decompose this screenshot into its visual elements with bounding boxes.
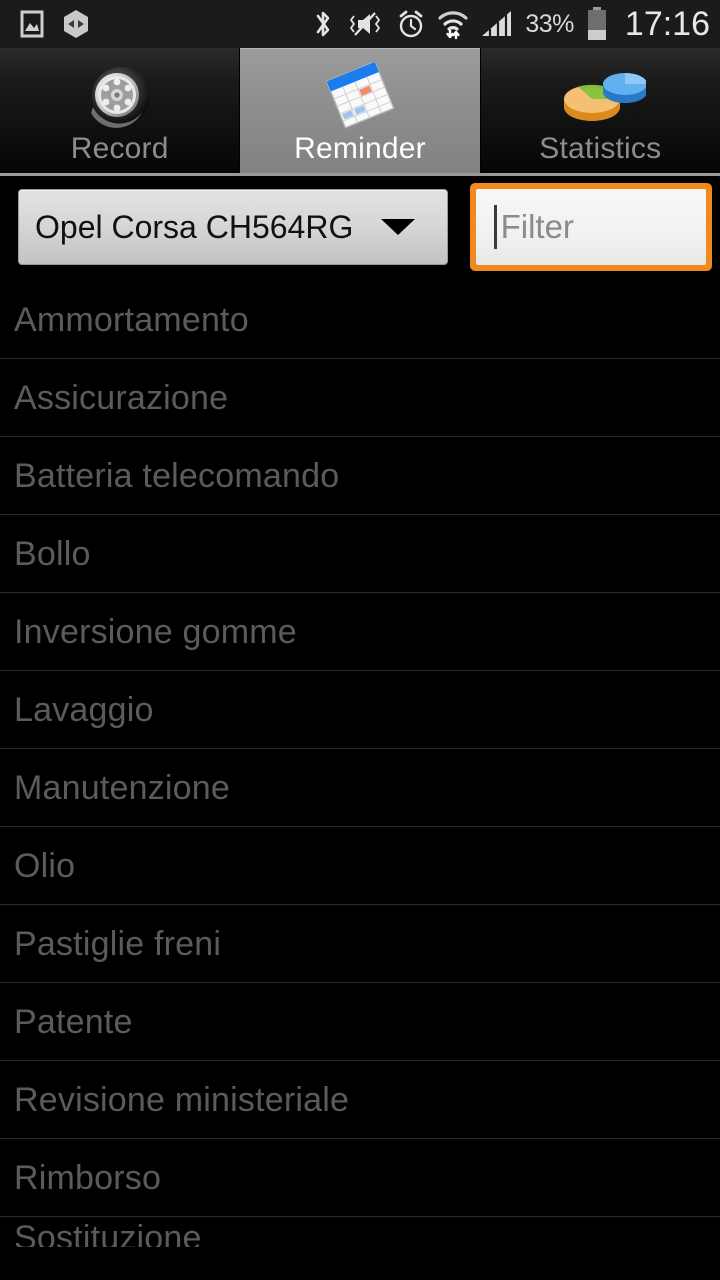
control-row: Opel Corsa CH564RG Filter	[0, 176, 720, 277]
vehicle-spinner-value: Opel Corsa CH564RG	[35, 208, 354, 245]
list-item-label: Revisione ministeriale	[14, 1080, 350, 1119]
list-item[interactable]: Lavaggio	[0, 671, 720, 749]
bluetooth-icon	[312, 8, 334, 40]
tab-statistics[interactable]: Statistics	[480, 48, 720, 173]
tab-label-statistics: Statistics	[539, 132, 662, 165]
list-item[interactable]: Rimborso	[0, 1139, 720, 1217]
list-item[interactable]: Assicurazione	[0, 359, 720, 437]
signal-bars-icon	[480, 9, 514, 39]
list-item-label: Ammortamento	[14, 300, 249, 339]
list-item-label: Rimborso	[14, 1158, 162, 1197]
list-item[interactable]: Batteria telecomando	[0, 437, 720, 515]
filter-input-focus-ring: Filter	[469, 182, 712, 271]
filter-placeholder: Filter	[500, 208, 574, 245]
list-item[interactable]: Pastiglie freni	[0, 905, 720, 983]
tab-bar: Record Reminder Statistics	[0, 48, 720, 176]
list-item[interactable]: Sostituzione	[0, 1217, 720, 1247]
list-item-label: Sostituzione	[14, 1219, 202, 1247]
chevron-down-icon	[380, 218, 415, 235]
image-icon	[18, 10, 46, 38]
list-item-label: Patente	[14, 1002, 133, 1041]
status-bar-notifications	[18, 9, 90, 39]
list-item-label: Lavaggio	[14, 690, 154, 729]
wifi-data-icon	[437, 8, 469, 40]
calendar-icon	[240, 60, 479, 134]
list-item[interactable]: Inversione gomme	[0, 593, 720, 671]
clock-label: 17:16	[624, 4, 710, 43]
status-bar-system-icons: 33% 17:16	[312, 5, 710, 44]
status-bar: 33% 17:16	[0, 0, 720, 48]
text-caret	[493, 204, 497, 249]
list-item-label: Olio	[14, 846, 76, 885]
list-item[interactable]: Revisione ministeriale	[0, 1061, 720, 1139]
filter-input[interactable]: Filter	[475, 188, 706, 265]
tab-label-reminder: Reminder	[294, 132, 426, 165]
tab-label-record: Record	[70, 132, 169, 165]
app-screen: 33% 17:16 Record Reminder Statistics Ope…	[0, 0, 720, 1280]
list-item[interactable]: Olio	[0, 827, 720, 905]
battery-icon	[585, 6, 609, 42]
list-item[interactable]: Manutenzione	[0, 749, 720, 827]
tab-record[interactable]: Record	[0, 48, 241, 173]
tire-wheel-icon	[0, 60, 239, 134]
battery-percent-label: 33%	[525, 9, 574, 38]
list-item[interactable]: Ammortamento	[0, 281, 720, 359]
hexagon-badge-icon	[62, 9, 90, 39]
reminder-list[interactable]: Ammortamento Assicurazione Batteria tele…	[0, 277, 720, 1280]
list-item-label: Assicurazione	[14, 378, 229, 417]
vibrate-mute-icon	[345, 9, 385, 39]
list-item[interactable]: Patente	[0, 983, 720, 1061]
list-item-label: Batteria telecomando	[14, 456, 340, 495]
list-item[interactable]: Bollo	[0, 515, 720, 593]
pie-chart-icon	[481, 60, 720, 134]
vehicle-spinner[interactable]: Opel Corsa CH564RG	[18, 188, 448, 265]
list-item-label: Inversione gomme	[14, 612, 297, 651]
alarm-clock-icon	[396, 8, 426, 40]
list-item-label: Bollo	[14, 534, 91, 573]
list-item-label: Pastiglie freni	[14, 924, 222, 963]
list-item-label: Manutenzione	[14, 768, 230, 807]
tab-reminder[interactable]: Reminder	[240, 48, 481, 173]
